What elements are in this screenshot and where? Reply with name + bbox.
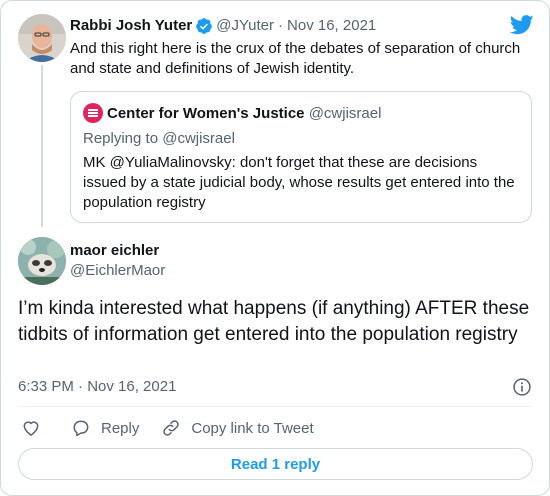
quote-header: Center for Women's Justice @cwjisrael [107,104,381,124]
parent-tweet-text: And this right here is the crux of the d… [70,40,521,77]
reply-icon [73,420,89,437]
separator-dot: · [278,17,284,34]
read-replies-button[interactable]: Read 1 reply [18,448,533,480]
parent-header: Rabbi Josh Yuter @JYuter · Nov 16, 2021 [70,16,376,36]
copy-link-label: Copy link to Tweet [191,419,314,437]
heart-icon [23,421,39,436]
quote-text: MK @YuliaMalinovsky: don't forget that t… [83,154,515,211]
twitter-bird-icon[interactable] [510,15,534,35]
quote-author-handle: @cwjisrael [308,105,382,122]
copy-link-button[interactable]: Copy link to Tweet [161,418,314,438]
quote-author-name: Center for Women's Justice [107,105,305,122]
tweet-text: I’m kinda interested what happens (if an… [18,298,530,345]
author-handle[interactable]: @EichlerMaor [70,261,165,281]
like-button[interactable] [21,418,41,438]
parent-date[interactable]: Nov 16, 2021 [287,16,376,36]
quote-avatar [83,103,103,123]
tweet-timestamp[interactable]: 6:33 PM · Nov 16, 2021 [18,377,176,397]
reply-button[interactable]: Reply [71,418,139,438]
verified-badge-icon [196,18,213,34]
link-icon [163,420,180,436]
quote-replying-to: Replying to @cwjisrael [83,130,235,147]
parent-author-handle[interactable]: @JYuter [216,16,274,36]
reply-label: Reply [101,419,140,437]
avatar-image [18,14,66,62]
parent-author-name[interactable]: Rabbi Josh Yuter [70,16,192,36]
divider [18,406,533,407]
cwj-logo-icon [88,109,98,117]
tweet-actions: Reply Copy link to Tweet [21,417,314,439]
tweet-card: Rabbi Josh Yuter @JYuter · Nov 16, 2021 … [0,0,550,496]
parent-avatar[interactable] [18,14,66,62]
info-icon[interactable] [512,377,532,397]
main-avatar[interactable] [18,237,66,285]
thread-line [41,65,43,227]
author-name[interactable]: maor eichler [70,241,159,261]
avatar-image [18,237,66,285]
quoted-tweet[interactable]: Center for Women's Justice @cwjisrael Re… [70,91,532,223]
